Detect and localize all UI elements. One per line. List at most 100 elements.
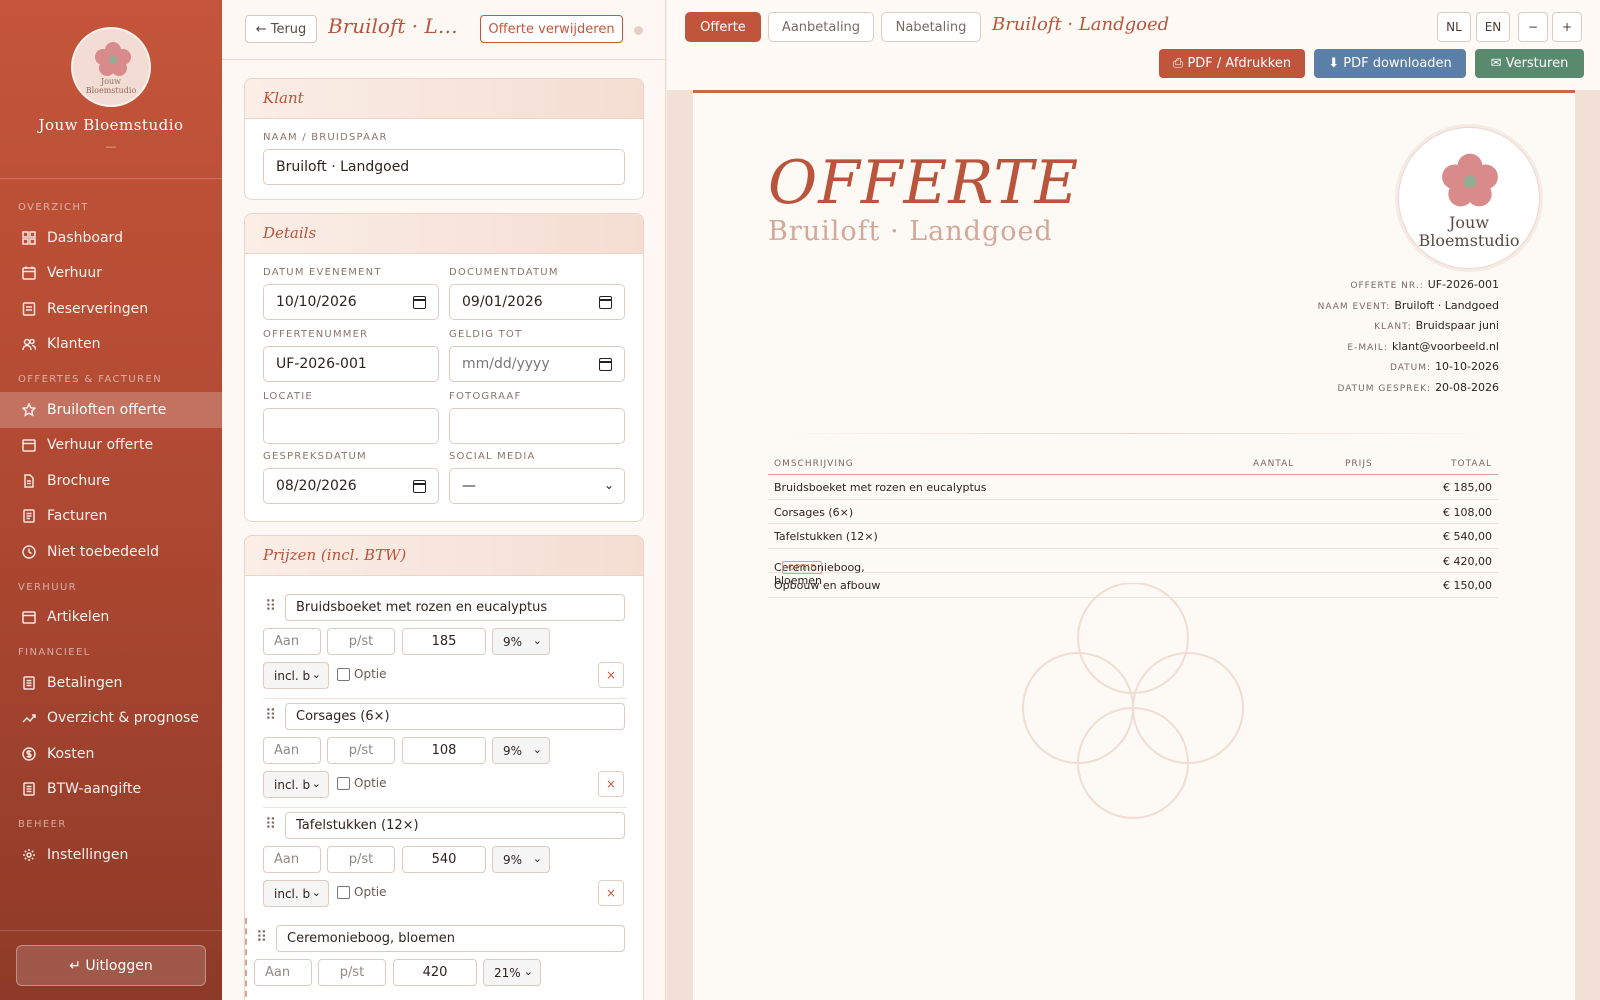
meta-key: DATUM: [1389, 363, 1432, 374]
event-date-input[interactable]: 10/10/2026 [263, 284, 439, 320]
sidebar-item-verhuur[interactable]: Verhuur [0, 256, 222, 292]
incl-vat-select[interactable]: incl. b ⌄ [263, 662, 329, 689]
price-input[interactable]: 185 [402, 628, 486, 655]
unit-price-input[interactable]: p/st [327, 628, 395, 655]
drag-handle-icon[interactable]: ⠿ [256, 928, 267, 946]
remove-line-button[interactable]: × [598, 662, 624, 688]
sidebar-item-betalingen[interactable]: Betalingen [0, 665, 222, 701]
unit-price-input[interactable]: p/st [327, 846, 395, 873]
price-input[interactable]: 540 [402, 846, 486, 873]
line-description-input[interactable]: Bruidsboeket met rozen en eucalyptus [285, 594, 625, 621]
zoom-out-button[interactable]: − [1518, 12, 1548, 42]
sidebar-item-label: Artikelen [47, 609, 110, 626]
sidebar-item-label: Bruiloften offerte [47, 401, 167, 418]
zoom-in-button[interactable]: + [1552, 12, 1582, 42]
calendar-icon [22, 438, 36, 452]
checkbox-icon[interactable] [337, 885, 350, 899]
document-subheading: Bruiloft · Landgoed [768, 216, 1053, 247]
line-description-input[interactable]: Tafelstukken (12×) [285, 812, 625, 839]
logout-button[interactable]: ↵ Uitloggen [16, 945, 206, 986]
sidebar-item-reserveringen[interactable]: Reserveringen [0, 291, 222, 327]
vat-select[interactable]: 9% ⌄ [492, 846, 550, 873]
language-nl-button[interactable]: NL [1437, 12, 1471, 42]
sidebar-item-bruiloften-offerte[interactable]: Bruiloften offerte [0, 392, 222, 428]
quantity-input[interactable]: Aan [263, 737, 321, 764]
sidebar-item-label: Klanten [47, 336, 101, 353]
calendar-icon[interactable] [599, 358, 612, 371]
vat-select[interactable]: 9% ⌄ [492, 737, 550, 764]
incl-vat-select[interactable]: incl. b ⌄ [263, 880, 329, 907]
calendar-icon[interactable] [413, 480, 426, 493]
option-checkbox[interactable]: Optie [337, 885, 386, 899]
drag-handle-icon[interactable]: ⠿ [265, 597, 276, 615]
sidebar-item-btw-aangifte[interactable]: BTW-aangifte [0, 772, 222, 808]
client-name-input[interactable]: Bruiloft · Landgoed [263, 149, 625, 185]
sidebar-item-artikelen[interactable]: Artikelen [0, 600, 222, 636]
drag-handle-icon[interactable]: ⠿ [265, 706, 276, 724]
document-date-input[interactable]: 09/01/2026 [449, 284, 625, 320]
remove-line-button[interactable]: × [598, 771, 624, 797]
sidebar-item-instellingen[interactable]: Instellingen [0, 837, 222, 873]
location-input[interactable] [263, 408, 439, 444]
calendar-icon[interactable] [599, 296, 612, 309]
meta-value: klant@voorbeeld.nl [1391, 339, 1499, 353]
document-logo: Jouw Bloemstudio [1398, 127, 1540, 269]
back-button[interactable]: ← Terug [245, 15, 317, 43]
vat-select[interactable]: 9% ⌄ [492, 628, 550, 655]
meta-value: 20-08-2026 [1435, 380, 1499, 394]
quote-number-input[interactable]: UF-2026-001 [263, 346, 439, 382]
field-label: DATUM EVENEMENT [263, 267, 382, 278]
vat-select[interactable]: 21% ⌄ [483, 959, 541, 986]
quantity-input[interactable]: Aan [263, 846, 321, 873]
studio-logo: Jouw Bloemstudio [71, 27, 151, 107]
send-button[interactable]: ✉ Versturen [1475, 49, 1584, 78]
price-input[interactable]: 108 [402, 737, 486, 764]
chevron-down-icon: ⌄ [532, 743, 542, 756]
sidebar: Jouw Bloemstudio Jouw Bloemstudio — OVER… [0, 0, 222, 1000]
row-total: € 108,00 [1443, 505, 1492, 519]
option-checkbox[interactable]: Optie [337, 776, 386, 790]
print-pdf-button[interactable]: ⎙ PDF / Afdrukken [1159, 49, 1305, 78]
meta-row: OFFERTE NR.: UF-2026-001 [1099, 278, 1499, 299]
tab-offerte[interactable]: Offerte [685, 12, 761, 42]
meeting-date-value: 08/20/2026 [276, 478, 357, 494]
sidebar-item-overzicht-prognose[interactable]: Overzicht & prognose [0, 701, 222, 737]
sidebar-item-brochure[interactable]: Brochure [0, 463, 222, 499]
sidebar-item-dashboard[interactable]: Dashboard [0, 220, 222, 256]
sidebar-item-kosten[interactable]: Kosten [0, 736, 222, 772]
unit-price-input[interactable]: p/st [318, 959, 386, 986]
sidebar-item-klanten[interactable]: Klanten [0, 327, 222, 363]
sidebar-item-label: Overzicht & prognose [47, 710, 199, 727]
social-media-select[interactable]: — ⌄ [449, 468, 625, 504]
incl-vat-select[interactable]: incl. b ⌄ [263, 771, 329, 798]
sidebar-item-verhuur-offerte[interactable]: Verhuur offerte [0, 428, 222, 464]
tab-aanbetaling[interactable]: Aanbetaling [768, 12, 874, 42]
tab-nabetaling[interactable]: Nabetaling [881, 12, 981, 42]
sidebar-item-facturen[interactable]: Facturen [0, 499, 222, 535]
delete-quote-button[interactable]: Offerte verwijderen [480, 15, 623, 43]
users-icon [22, 337, 36, 351]
calendar-icon[interactable] [413, 296, 426, 309]
option-checkbox[interactable]: Optie [337, 667, 386, 681]
line-description-input[interactable]: Ceremonieboog, bloemen [276, 925, 625, 952]
checkbox-icon[interactable] [337, 776, 350, 790]
tax-document-icon [22, 782, 36, 796]
sidebar-item-niet-toebedeeld[interactable]: Niet toebedeeld [0, 534, 222, 570]
line-description-input[interactable]: Corsages (6×) [285, 703, 625, 730]
meta-value: 10-10-2026 [1435, 360, 1499, 374]
quantity-input[interactable]: Aan [254, 959, 312, 986]
table-row: Tafelstukken (12×) € 540,00 [768, 524, 1498, 549]
meeting-date-input[interactable]: 08/20/2026 [263, 468, 439, 504]
photographer-input[interactable] [449, 408, 625, 444]
drag-handle-icon[interactable]: ⠿ [265, 815, 276, 833]
meta-value: Bruidspaar juni [1415, 319, 1499, 333]
download-pdf-button[interactable]: ⬇ PDF downloaden [1314, 49, 1466, 78]
price-input[interactable]: 420 [393, 959, 477, 986]
valid-until-input[interactable]: mm/dd/yyyy [449, 346, 625, 382]
row-description: Tafelstukken (12×) [774, 530, 878, 543]
language-en-button[interactable]: EN [1476, 12, 1510, 42]
quantity-input[interactable]: Aan [263, 628, 321, 655]
unit-price-input[interactable]: p/st [327, 737, 395, 764]
remove-line-button[interactable]: × [598, 880, 624, 906]
checkbox-icon[interactable] [337, 667, 350, 681]
